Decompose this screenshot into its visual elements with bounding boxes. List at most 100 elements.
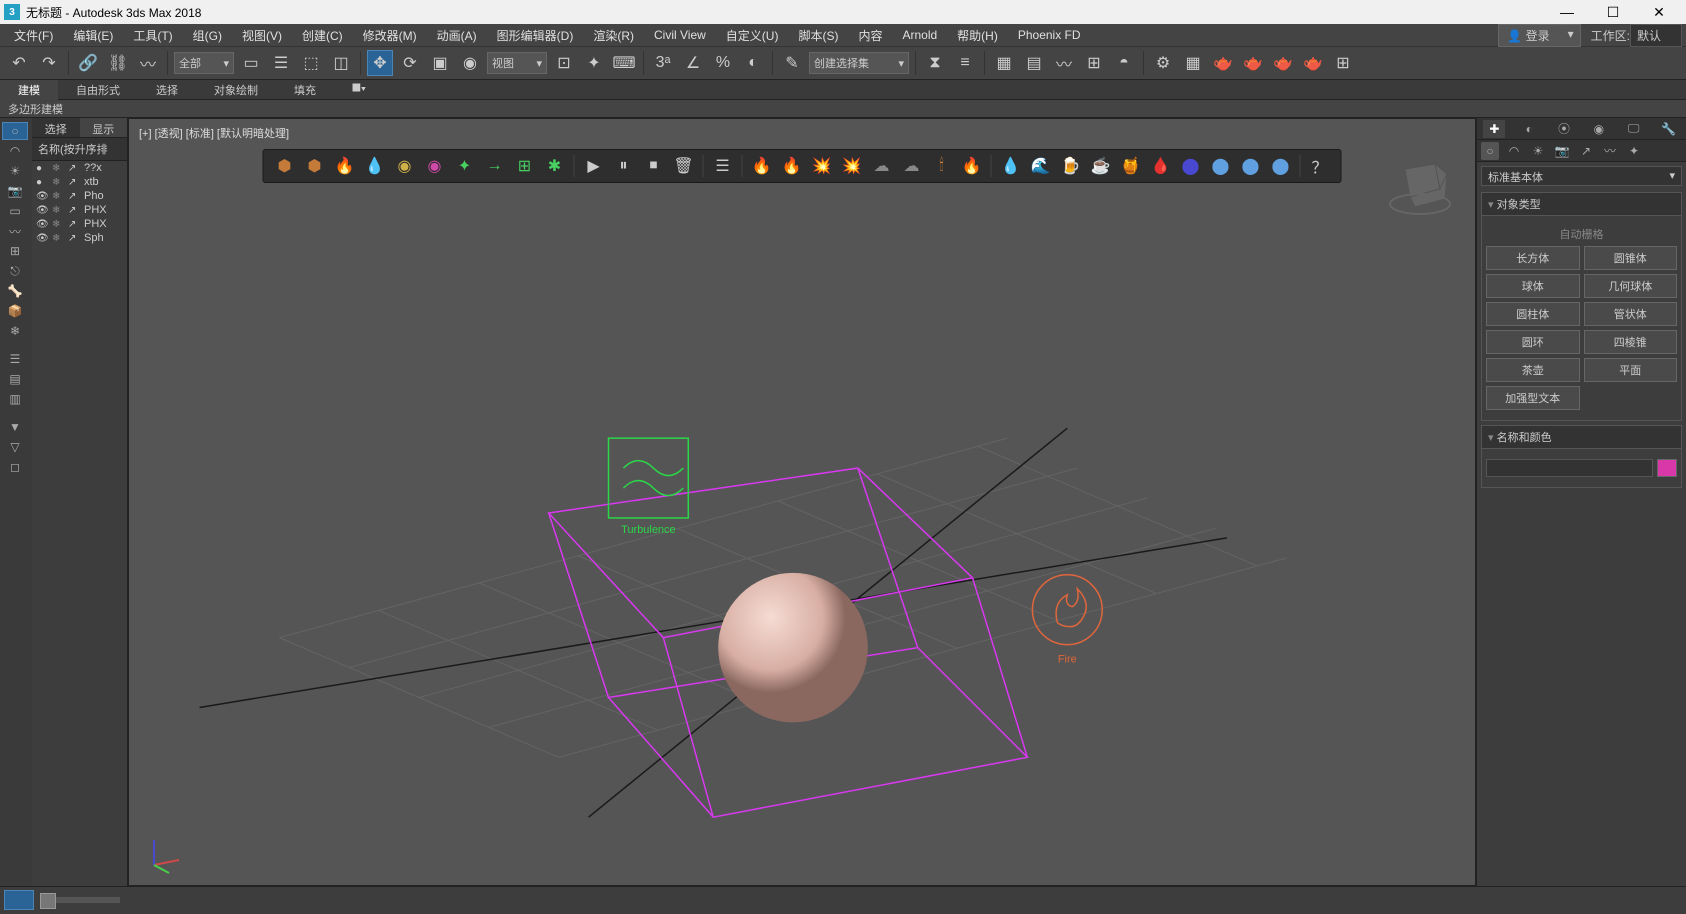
window-crossing-button[interactable]: ◫ bbox=[328, 50, 354, 76]
menu-view[interactable]: 视图(V) bbox=[232, 24, 292, 46]
preset-milk-icon[interactable]: ⬤ bbox=[1238, 153, 1264, 179]
render-frame-button[interactable]: ▦ bbox=[1180, 50, 1206, 76]
shapes-cat-icon[interactable]: ◠ bbox=[1505, 142, 1523, 160]
layer-explorer-button[interactable]: ▦ bbox=[991, 50, 1017, 76]
menu-group[interactable]: 组(G) bbox=[183, 24, 232, 46]
play-sim-button[interactable]: ▶ bbox=[581, 153, 607, 179]
angle-snap-button[interactable]: ∠ bbox=[680, 50, 706, 76]
display-helpers-icon[interactable]: ▭ bbox=[2, 202, 28, 220]
render-setup-button[interactable]: ⚙ bbox=[1150, 50, 1176, 76]
snap-toggle-button[interactable]: 3ᵃ bbox=[650, 50, 676, 76]
preset-beer-icon[interactable]: 🍺 bbox=[1058, 153, 1084, 179]
ribbon-tab-objectpaint[interactable]: 对象绘制 bbox=[196, 80, 276, 100]
preset-water-icon[interactable]: 💧 bbox=[998, 153, 1024, 179]
object-color-swatch[interactable] bbox=[1657, 459, 1677, 477]
menu-tools[interactable]: 工具(T) bbox=[123, 24, 182, 46]
menu-grapheditors[interactable]: 图形编辑器(D) bbox=[487, 24, 584, 46]
keyboard-shortcut-button[interactable]: ⌨ bbox=[611, 50, 637, 76]
tree-item[interactable]: 👁❄↗Pho bbox=[32, 189, 127, 203]
cylinder-button[interactable]: 圆柱体 bbox=[1486, 302, 1580, 326]
link-button[interactable]: 🔗 bbox=[75, 50, 101, 76]
schematic-view-button[interactable]: ⊞ bbox=[1081, 50, 1107, 76]
mirror-button[interactable]: ⧗ bbox=[922, 50, 948, 76]
refcoord-dropdown[interactable]: 视图 bbox=[487, 52, 547, 74]
select-region-button[interactable]: ⬚ bbox=[298, 50, 324, 76]
select-object-button[interactable]: ▭ bbox=[238, 50, 264, 76]
phx-splash-icon[interactable]: ◉ bbox=[422, 153, 448, 179]
display-geom-icon[interactable]: ○ bbox=[2, 122, 28, 140]
display-shapes-icon[interactable]: ◠ bbox=[2, 142, 28, 160]
undo-button[interactable]: ↶ bbox=[6, 50, 32, 76]
phx-foam-icon[interactable]: ◉ bbox=[392, 153, 418, 179]
helpers-cat-icon[interactable]: ↗ bbox=[1577, 142, 1595, 160]
menu-create[interactable]: 创建(C) bbox=[292, 24, 353, 46]
display-spacewarps-icon[interactable]: 〰 bbox=[2, 222, 28, 240]
menu-file[interactable]: 文件(F) bbox=[4, 24, 63, 46]
scale-button[interactable]: ▣ bbox=[427, 50, 453, 76]
time-slider[interactable] bbox=[40, 897, 120, 903]
ribbon-tab-selection[interactable]: 选择 bbox=[138, 80, 196, 100]
preset-fire2-icon[interactable]: 🔥 bbox=[779, 153, 805, 179]
phx-grid-icon[interactable]: ⊞ bbox=[512, 153, 538, 179]
spacewarps-cat-icon[interactable]: 〰 bbox=[1601, 142, 1619, 160]
cone-button[interactable]: 圆锥体 bbox=[1584, 246, 1678, 270]
phx-turb-icon[interactable]: ✦ bbox=[452, 153, 478, 179]
selection-filter-dropdown[interactable]: 全部 bbox=[174, 52, 234, 74]
menu-maxscript[interactable]: 脚本(S) bbox=[788, 24, 848, 46]
align-button[interactable]: ≡ bbox=[952, 50, 978, 76]
search-filter-icon[interactable]: ▽ bbox=[2, 438, 28, 456]
textplus-button[interactable]: 加强型文本 bbox=[1486, 386, 1580, 410]
menu-customize[interactable]: 自定义(U) bbox=[716, 24, 789, 46]
tree-tab-display[interactable]: 显示 bbox=[80, 118, 128, 137]
lights-cat-icon[interactable]: ☀ bbox=[1529, 142, 1547, 160]
phx-force-icon[interactable]: → bbox=[482, 153, 508, 179]
cameras-cat-icon[interactable]: 📷 bbox=[1553, 142, 1571, 160]
close-button[interactable]: ✕ bbox=[1636, 0, 1682, 24]
preset-paint-icon[interactable]: ⬤ bbox=[1208, 153, 1234, 179]
menu-edit[interactable]: 编辑(E) bbox=[63, 24, 123, 46]
phx-cube-icon[interactable]: ⬢ bbox=[272, 153, 298, 179]
percent-snap-button[interactable]: % bbox=[710, 50, 736, 76]
menu-civilview[interactable]: Civil View bbox=[644, 24, 716, 46]
render-preset-button[interactable]: ⊞ bbox=[1330, 50, 1356, 76]
tag-icon[interactable]: ◻ bbox=[2, 458, 28, 476]
preset-coffee-icon[interactable]: ☕ bbox=[1088, 153, 1114, 179]
delete-sim-button[interactable]: 🗑 bbox=[671, 153, 697, 179]
menu-modifiers[interactable]: 修改器(M) bbox=[353, 24, 427, 46]
display-cameras-icon[interactable]: 📷 bbox=[2, 182, 28, 200]
ribbon-tab-populate[interactable]: 填充 bbox=[276, 80, 334, 100]
menu-content[interactable]: 内容 bbox=[848, 24, 892, 46]
preset-explosion2-icon[interactable]: 💥 bbox=[839, 153, 865, 179]
redo-button[interactable]: ↷ bbox=[36, 50, 62, 76]
tree-item[interactable]: ●❄↗xtb bbox=[32, 175, 127, 189]
preset-explosion-icon[interactable]: 💥 bbox=[809, 153, 835, 179]
ribbon-tab-freeform[interactable]: 自由形式 bbox=[58, 80, 138, 100]
workspace-dropdown[interactable]: 默认 bbox=[1630, 24, 1682, 47]
render-button[interactable]: 🫖 bbox=[1210, 50, 1236, 76]
menu-phoenixfd[interactable]: Phoenix FD bbox=[1008, 24, 1091, 46]
spinner-snap-button[interactable]: ◐ bbox=[740, 50, 766, 76]
display-groups-icon[interactable]: ⊞ bbox=[2, 242, 28, 260]
manipulate-button[interactable]: ✦ bbox=[581, 50, 607, 76]
systems-cat-icon[interactable]: ✦ bbox=[1625, 142, 1643, 160]
edit-named-selection-button[interactable]: ✎ bbox=[779, 50, 805, 76]
menu-arnold[interactable]: Arnold bbox=[892, 24, 947, 46]
motion-tab-icon[interactable]: ◉ bbox=[1588, 120, 1610, 138]
display-frozen-icon[interactable]: ❄ bbox=[2, 322, 28, 340]
display-xrefs-icon[interactable]: ⎋ bbox=[2, 262, 28, 280]
display-bones-icon[interactable]: 🦴 bbox=[2, 282, 28, 300]
menu-help[interactable]: 帮助(H) bbox=[947, 24, 1008, 46]
preset-ocean-icon[interactable]: 🌊 bbox=[1028, 153, 1054, 179]
autogrid-label[interactable]: 自动栅格 bbox=[1486, 222, 1677, 246]
placement-button[interactable]: ◉ bbox=[457, 50, 483, 76]
tube-button[interactable]: 管状体 bbox=[1584, 302, 1678, 326]
hierarchy-tab-icon[interactable]: ⦿ bbox=[1553, 120, 1575, 138]
tree-item[interactable]: 👁❄↗Sph bbox=[32, 231, 127, 245]
layer-view-icon[interactable]: ▥ bbox=[2, 390, 28, 408]
display-tab-icon[interactable]: 🖵 bbox=[1623, 120, 1645, 138]
phx-cube2-icon[interactable]: ⬢ bbox=[302, 153, 328, 179]
preset-candle-icon[interactable]: 🕯 bbox=[929, 153, 955, 179]
preset-smoke2-icon[interactable]: ☁ bbox=[899, 153, 925, 179]
list-view-icon[interactable]: ☰ bbox=[2, 350, 28, 368]
login-dropdown[interactable]: 👤 登录 bbox=[1498, 24, 1580, 47]
